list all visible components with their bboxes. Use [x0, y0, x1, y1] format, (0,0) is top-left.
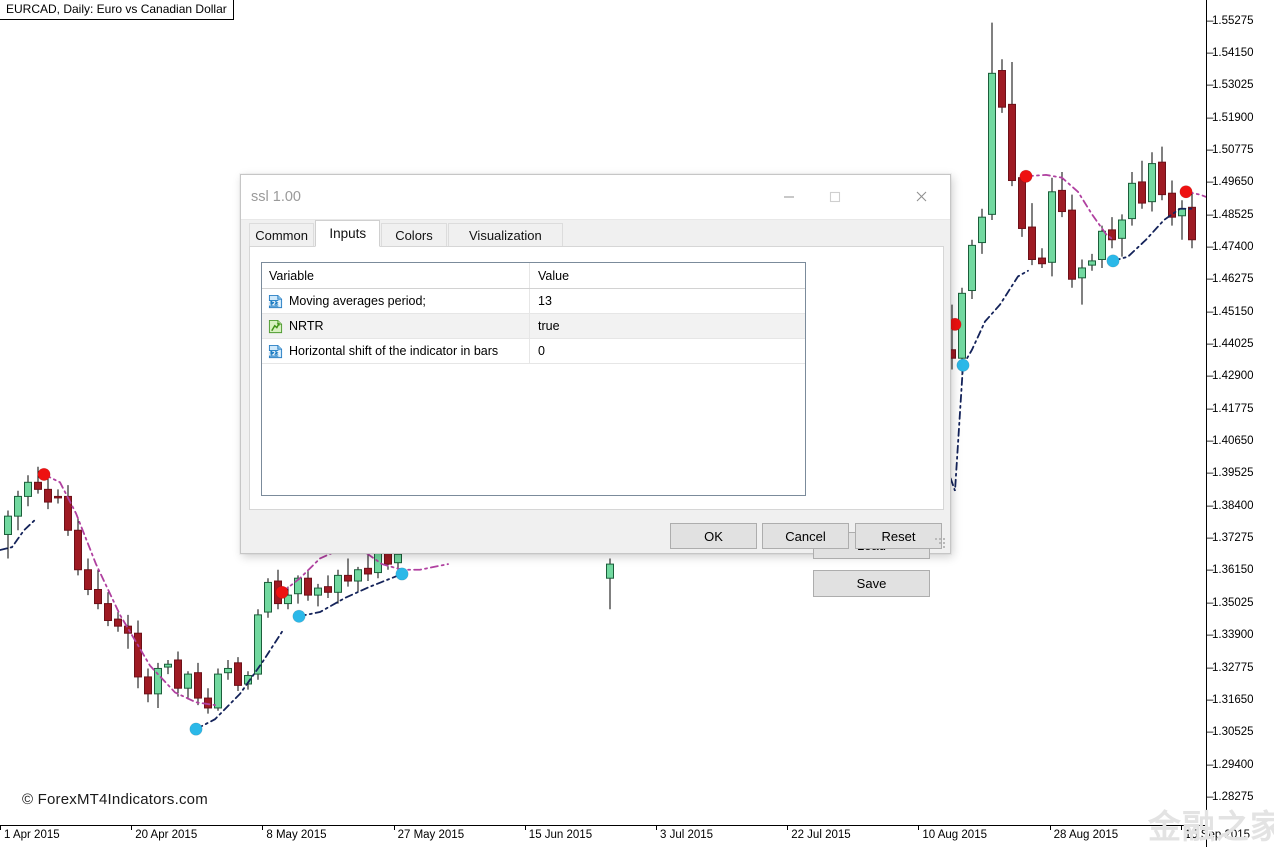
boolean-icon [268, 319, 289, 334]
price-tick: –1.45150 [1207, 306, 1254, 318]
price-tick: –1.41775 [1207, 403, 1254, 415]
value-label: 0 [538, 344, 545, 358]
variable-label: Moving averages period; [289, 294, 426, 308]
price-tick: –1.48525 [1207, 209, 1254, 221]
price-tick: –1.32775 [1207, 662, 1254, 674]
inputs-grid[interactable]: VariableValue123Moving averages period;1… [261, 262, 806, 496]
time-tick-mark [525, 825, 526, 830]
price-tick: –1.55275 [1207, 15, 1254, 27]
indicator-properties-dialog[interactable]: ssl 1.00 CommonInputsColorsVisualization… [240, 174, 951, 554]
copyright-text: © ForexMT4Indicators.com [22, 791, 208, 808]
grip-dot [935, 538, 937, 540]
time-tick-mark [918, 825, 919, 830]
number-icon: 123 [268, 294, 289, 309]
price-tick: –1.37275 [1207, 532, 1254, 544]
price-tick: –1.36150 [1207, 564, 1254, 576]
time-tick-mark [131, 825, 132, 830]
grip-dot [943, 542, 945, 544]
grid-cell-value[interactable]: true [530, 314, 805, 338]
time-tick-mark [787, 825, 788, 830]
tab-colors[interactable]: Colors [381, 223, 446, 247]
minimize-button[interactable] [766, 175, 812, 218]
time-tick: 1 Apr 2015 [4, 829, 60, 841]
ok-button[interactable]: OK [670, 523, 757, 549]
save-button[interactable]: Save [813, 570, 930, 597]
price-tick: –1.53025 [1207, 79, 1254, 91]
watermark-text: 金融之家 [1148, 800, 1274, 848]
grid-cell-variable[interactable]: NRTR [262, 314, 530, 338]
price-tick: –1.42900 [1207, 370, 1254, 382]
price-tick: –1.33900 [1207, 629, 1254, 641]
price-tick: –1.50775 [1207, 144, 1254, 156]
price-tick: –1.30525 [1207, 726, 1254, 738]
grid-header-variable: Variable [262, 263, 530, 288]
price-tick: –1.38400 [1207, 500, 1254, 512]
dialog-titlebar[interactable]: ssl 1.00 [241, 175, 950, 220]
time-tick-mark [0, 825, 1, 830]
grid-cell-value[interactable]: 13 [530, 289, 805, 313]
svg-text:123: 123 [268, 300, 280, 307]
grip-dot [939, 538, 941, 540]
grid-header-value-label: Value [538, 269, 569, 283]
time-tick: 15 Jun 2015 [529, 829, 592, 841]
time-tick: 27 May 2015 [398, 829, 465, 841]
time-axis[interactable]: 1 Apr 2015 20 Apr 2015 8 May 2015 27 May 20… [0, 825, 1206, 847]
grid-row[interactable]: 123 Horizontal shift of the indicator in … [262, 339, 805, 364]
dialog-title: ssl 1.00 [251, 189, 301, 205]
grid-cell-value[interactable]: 0 [530, 339, 805, 363]
price-tick: –1.40650 [1207, 435, 1254, 447]
grid-header-variable-label: Variable [269, 269, 314, 283]
time-tick-mark [656, 825, 657, 830]
tab-strip[interactable]: CommonInputsColorsVisualization [249, 223, 944, 247]
price-tick: –1.44025 [1207, 338, 1254, 350]
price-tick: –1.47400 [1207, 241, 1254, 253]
variable-label: NRTR [289, 319, 324, 333]
maximize-icon [828, 190, 842, 204]
price-tick: –1.51900 [1207, 112, 1254, 124]
minimize-icon [782, 190, 796, 204]
time-tick: 10 Aug 2015 [922, 829, 987, 841]
time-tick: 20 Apr 2015 [135, 829, 197, 841]
price-tick: –1.31650 [1207, 694, 1254, 706]
close-icon [914, 189, 929, 204]
maximize-button[interactable] [812, 175, 858, 218]
number-icon: 123 [268, 344, 289, 359]
tab-common[interactable]: Common [249, 223, 314, 247]
grid-row[interactable]: NRTR true [262, 314, 805, 339]
grid-header-row: Variable Value [262, 263, 805, 289]
grid-header-value: Value [530, 263, 805, 288]
grid-cell-variable[interactable]: 123 Moving averages period; [262, 289, 530, 313]
price-tick: –1.29400 [1207, 759, 1254, 771]
grip-dot [939, 542, 941, 544]
grip-dot [943, 546, 945, 548]
tab-visualization[interactable]: Visualization [448, 223, 564, 247]
time-tick: 22 Jul 2015 [791, 829, 850, 841]
price-tick: –1.35025 [1207, 597, 1254, 609]
reset-button[interactable]: Reset [855, 523, 942, 549]
time-tick-mark [262, 825, 263, 830]
close-button[interactable] [898, 175, 944, 218]
price-tick: –1.54150 [1207, 47, 1254, 59]
time-tick-mark [394, 825, 395, 830]
value-label: 13 [538, 294, 552, 308]
grid-cell-variable[interactable]: 123 Horizontal shift of the indicator in … [262, 339, 530, 363]
price-axis[interactable]: –1.55275 –1.54150 –1.53025 –1.51900 –1.50775… [1206, 0, 1274, 847]
time-tick: 8 May 2015 [266, 829, 326, 841]
variable-label: Horizontal shift of the indicator in bar… [289, 344, 498, 358]
price-tick: –1.46275 [1207, 273, 1254, 285]
resize-grip[interactable] [935, 538, 947, 550]
time-tick: 28 Aug 2015 [1054, 829, 1119, 841]
cancel-button[interactable]: Cancel [762, 523, 849, 549]
price-tick: –1.39525 [1207, 467, 1254, 479]
tab-inputs[interactable]: Inputs [315, 220, 380, 247]
grid-row[interactable]: 123 Moving averages period; 13 [262, 289, 805, 314]
value-label: true [538, 319, 560, 333]
grip-dot [943, 538, 945, 540]
price-tick: –1.49650 [1207, 176, 1254, 188]
symbol-label: EURCAD, Daily: Euro vs Canadian Dollar [0, 0, 234, 20]
inputs-panel: VariableValue123Moving averages period;1… [249, 246, 944, 510]
time-tick-mark [1050, 825, 1051, 830]
time-tick: 3 Jul 2015 [660, 829, 713, 841]
svg-text:123: 123 [268, 350, 280, 357]
